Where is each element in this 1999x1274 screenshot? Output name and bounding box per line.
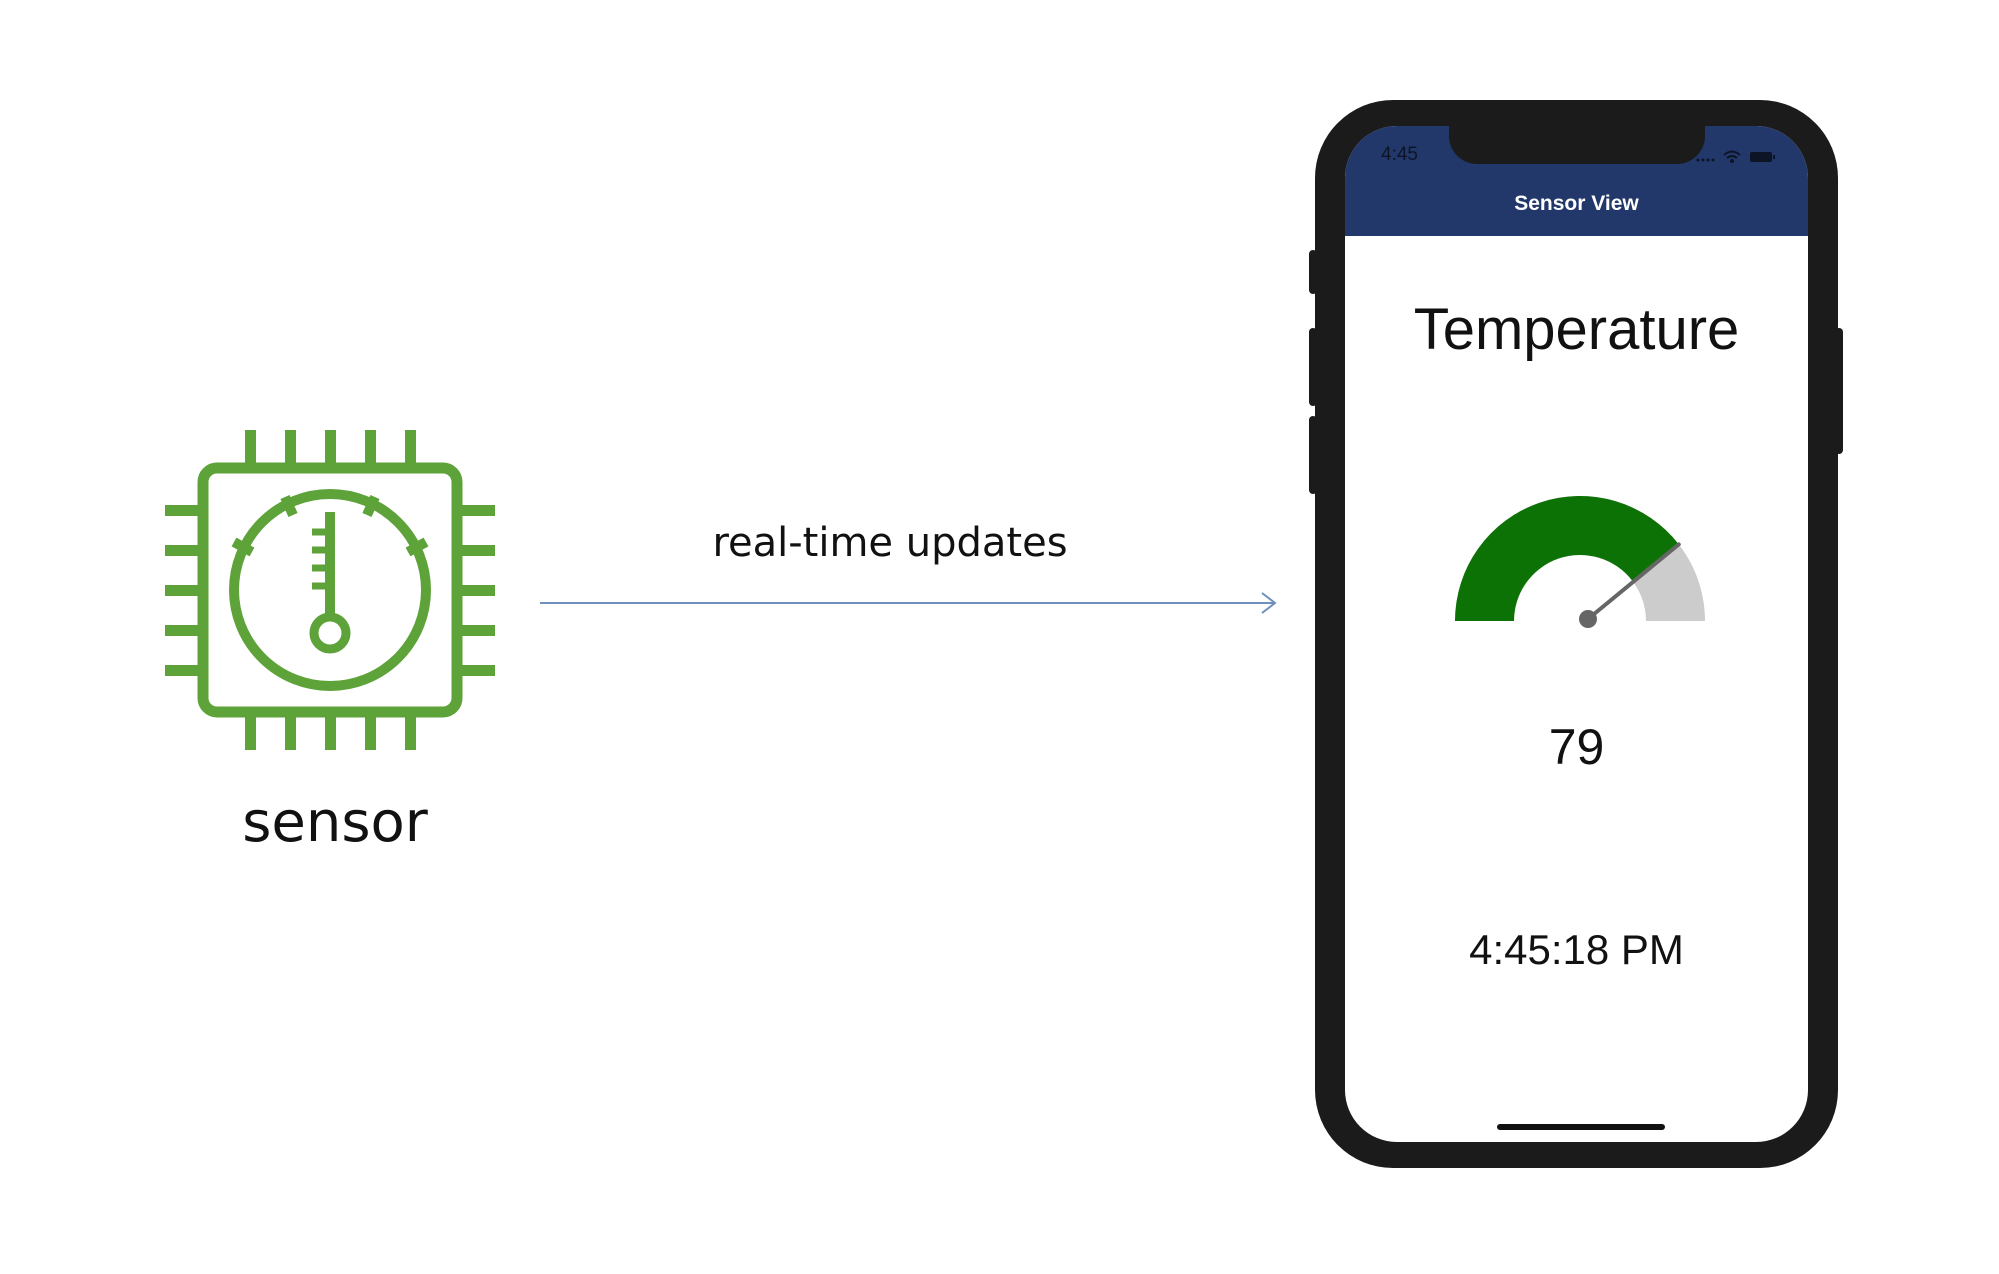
- right-arrow-icon: [540, 592, 1277, 614]
- sensor-heading: Temperature: [1413, 297, 1740, 362]
- chip-thermometer-gauge-icon: [165, 430, 495, 750]
- navigation-bar: 4:45 Sensor View: [1345, 126, 1808, 236]
- silent-switch: [1309, 250, 1317, 294]
- volume-down-button: [1309, 416, 1317, 494]
- status-time: 4:45: [1381, 144, 1418, 165]
- phone-screen: 4:45 Sensor View Temperature 79 4:45:18 …: [1345, 126, 1808, 1142]
- temperature-gauge: [1455, 495, 1705, 628]
- notch: [1449, 126, 1705, 164]
- signal-dots-icon: [1696, 158, 1715, 162]
- wifi-icon: [1723, 150, 1741, 159]
- battery-icon: [1750, 152, 1772, 162]
- update-timestamp: 4:45:18 PM: [1469, 926, 1684, 973]
- phone-mockup: 4:45 Sensor View Temperature 79 4:45:18 …: [1309, 100, 1843, 1168]
- gauge-hub: [1579, 610, 1597, 628]
- nav-title: Sensor View: [1514, 192, 1639, 215]
- sensor-label: sensor: [242, 790, 428, 855]
- status-icons: [1696, 150, 1775, 163]
- volume-up-button: [1309, 328, 1317, 406]
- temperature-reading: 79: [1548, 719, 1605, 775]
- power-button: [1835, 328, 1843, 454]
- home-indicator[interactable]: [1497, 1124, 1665, 1130]
- connector-label: real-time updates: [712, 520, 1068, 566]
